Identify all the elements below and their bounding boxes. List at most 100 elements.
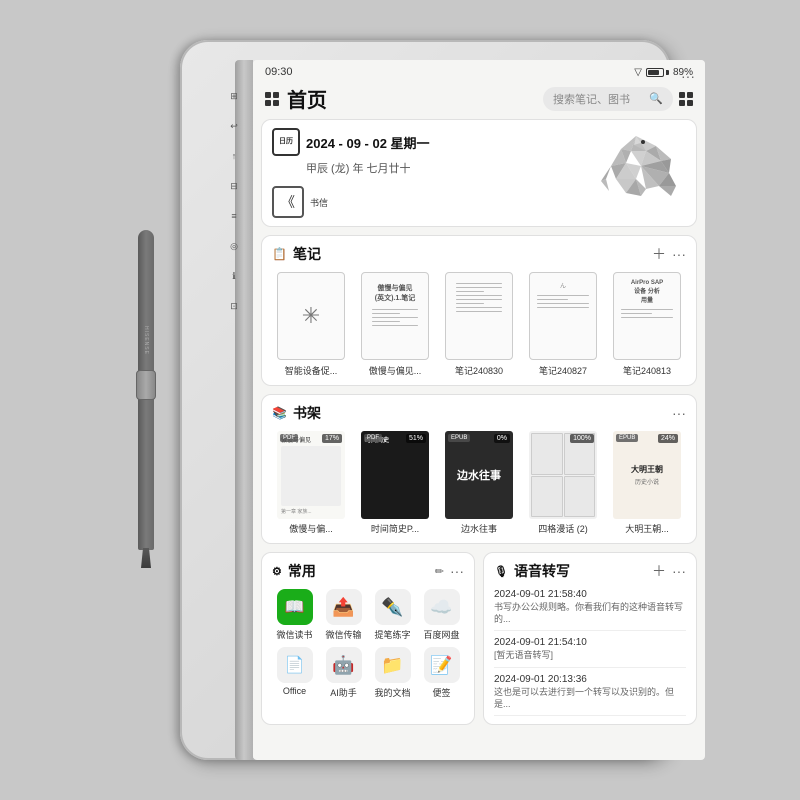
voice-more-btn[interactable]: ··· [672,563,686,579]
notes-title: 📋 笔记 [272,244,321,264]
book-item[interactable]: 100% 四格漫话 (2) [524,431,602,535]
spine-icon-6: ◎ [228,240,240,252]
voice-actions: ＋ ··· [652,561,686,581]
search-bar[interactable]: 搜索笔记、图书 🔍 [543,87,673,111]
book-item[interactable]: 大明王朝 历史小说 EPUB 24% 大明王朝... [608,431,686,535]
app-ai-assistant[interactable]: 🤖 AI助手 [321,647,366,699]
voice-time-2: 2024-09-01 21:54:10 [494,637,686,648]
book-thumb-2: 时间简史 PDF 51% [361,431,429,519]
note-thumb-1: ✳ [277,272,345,360]
book-title: 书信 [310,196,328,209]
bookshelf-card: 📚 书架 ··· 傲慢与偏见 [261,394,697,544]
book-thumb-4: 100% [529,431,597,519]
book-thumb-5: 大明王朝 历史小说 EPUB 24% [613,431,681,519]
notes-more-btn[interactable]: ··· [672,246,686,262]
voice-text-3: 这也是可以去进行到一个转写以及识别的。但是... [494,687,686,710]
book-icon: 《 [272,186,304,218]
spine-icon-3: ↑ [228,150,240,162]
app-label: 百度网盘 [423,628,459,641]
book-progress-1: 17% [322,434,342,443]
apps-header: ⚙ 常用 ✏ ··· [272,561,464,581]
apps-actions: ✏ ··· [435,563,464,579]
device-shell: ⊞ ↩ ↑ ⊟ ≡ ◎ ℹ ⊡ 09:30 ▽ 89% [180,40,670,760]
current-book: 《 书信 [272,186,430,218]
apps-title: ⚙ 常用 [272,561,316,581]
spine-icon-5: ≡ [228,210,240,222]
screen: 09:30 ▽ 89% 首页 [253,60,705,760]
note-item[interactable]: 笔记240830 [440,272,518,377]
time: 09:30 [265,66,293,78]
voice-entry-2[interactable]: 2024-09-01 21:54:10 [暂无语音转写] [494,637,686,668]
book-label-2: 时间简史P... [371,522,419,535]
battery-indicator [646,68,669,77]
voice-entries: 2024-09-01 21:58:40 书写办公公规则略。你看我们有的这种语音转… [494,589,686,716]
note-thumb-2: 傲慢与偏见(英文).1.笔记 [361,272,429,360]
book-item[interactable]: 傲慢与偏见 第一章 家族... PDF 17% 傲慢与偏... [272,431,350,535]
top-nav-left: 首页 [265,84,327,113]
home-grid-icon[interactable] [265,92,279,106]
app-office-label: Office [283,686,306,696]
menu-grid-icon[interactable] [679,92,693,106]
calendar-date-row: 日历 2024 - 09 - 02 星期一 [272,128,430,156]
voice-time-3: 2024-09-01 20:13:36 [494,674,686,685]
book-thumb-1: 傲慢与偏见 第一章 家族... PDF 17% [277,431,345,519]
voice-title: 🎙 语音转写 [494,561,570,581]
note-item[interactable]: AirPro SAP设备 分析用量 笔记240813 [608,272,686,377]
note-label-3: 笔记240830 [455,364,503,377]
note-item[interactable]: ん 笔记240827 [524,272,602,377]
calendar-date: 2024 - 09 - 02 星期一 [306,133,430,152]
app-notes[interactable]: 📝 便签 [419,647,464,699]
notes-add-btn[interactable]: ＋ [652,244,666,264]
calendar-left: 日历 2024 - 09 - 02 星期一 甲辰 (龙) 年 七月廿十 《 书信 [272,128,430,218]
voice-entry-1[interactable]: 2024-09-01 21:58:40 书写办公公规则略。你看我们有的这种语音转… [494,589,686,631]
note-item[interactable]: 傲慢与偏见(英文).1.笔记 傲慢与偏见... [356,272,434,377]
voice-add-btn[interactable]: ＋ [652,561,666,581]
voice-text-2: [暂无语音转写] [494,650,686,662]
books-grid: 傲慢与偏见 第一章 家族... PDF 17% 傲慢与偏... [272,431,686,535]
note-item[interactable]: ✳ 智能设备促... [272,272,350,377]
status-bar: 09:30 ▽ 89% [253,60,705,82]
apps-more-btn[interactable]: ··· [450,563,464,579]
bookshelf-more-btn[interactable]: ··· [672,405,686,421]
note-label-1: 智能设备促... [285,364,338,377]
notes-header: 📋 笔记 ＋ ··· [272,244,686,264]
top-nav: 首页 搜索笔记、图书 🔍 [253,82,705,119]
book-label-5: 大明王朝... [625,522,669,535]
apps-edit-btn[interactable]: ✏ [435,565,444,578]
device: HISENSE ⊞ ↩ ↑ ⊟ ≡ ◎ ℹ ⊡ 09:30 ▽ [120,30,680,770]
voice-header: 🎙 语音转写 ＋ ··· [494,561,686,581]
voice-transcription-card: 🎙 语音转写 ＋ ··· 2024-09-01 21:58:40 [483,552,697,725]
wifi-icon: ▽ [634,67,642,78]
book-item[interactable]: 边水往事 EPUB 0% 边水往事 [440,431,518,535]
book-item[interactable]: 时间简史 PDF 51% 时间简史P... [356,431,434,535]
spine-buttons: ⊞ ↩ ↑ ⊟ ≡ ◎ ℹ ⊡ [228,90,240,312]
bookshelf-title: 📚 书架 [272,403,321,423]
app-baidu-pan[interactable]: ☁️ 百度网盘 [419,589,464,641]
notes-card: 📋 笔记 ＋ ··· ✳ [261,235,697,386]
app-my-docs[interactable]: 📁 我的文档 [370,647,415,699]
book-label-1: 傲慢与偏... [289,522,333,535]
app-label: 微信传输 [325,628,361,641]
app-weixin-transfer[interactable]: 📤 微信传输 [321,589,366,641]
voice-entry-3[interactable]: 2024-09-01 20:13:36 这也是可以去进行到一个转写以及识别的。但… [494,674,686,716]
app-calligraphy[interactable]: ✒️ 提笔练字 [370,589,415,641]
bookshelf-actions: ··· [672,405,686,421]
calendar-card: 日历 2024 - 09 - 02 星期一 甲辰 (龙) 年 七月廿十 《 书信 [261,119,697,227]
bookshelf-header: 📚 书架 ··· [272,403,686,423]
note-thumb-5: AirPro SAP设备 分析用量 [613,272,681,360]
spine-icon-7: ℹ [228,270,240,282]
apps-grid: 📖 微信读书 📤 微信传输 ✒️ 提笔练字 [272,589,464,699]
book-label-4: 四格漫话 (2) [538,522,588,535]
app-label: AI助手 [330,686,357,699]
app-office[interactable]: 📄 Office [272,647,317,699]
book-progress-3: 0% [494,434,510,443]
spine-icon-4: ⊟ [228,180,240,192]
spine-icon-8: ⊡ [228,300,240,312]
search-placeholder: 搜索笔记、图书 [553,91,630,107]
note-label-2: 傲慢与偏见... [369,364,422,377]
note-thumb-4: ん [529,272,597,360]
app-label: 微信读书 [276,628,312,641]
app-weixin-read[interactable]: 📖 微信读书 [272,589,317,641]
voice-text-1: 书写办公公规则略。你看我们有的这种语音转写的... [494,602,686,625]
book-progress-4: 100% [570,434,594,443]
